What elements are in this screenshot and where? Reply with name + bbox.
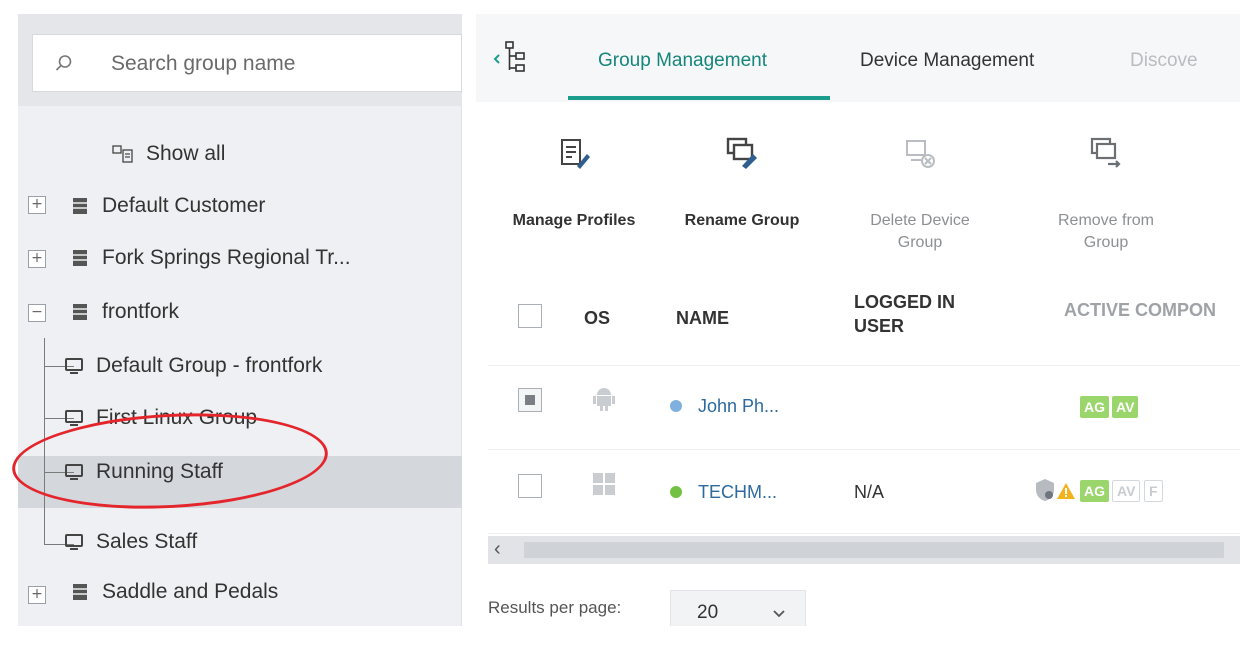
scrollbar-thumb[interactable]	[524, 542, 1224, 558]
status-dot	[670, 400, 682, 412]
horizontal-scrollbar[interactable]: ‹	[488, 536, 1240, 564]
show-all-button[interactable]: Show all	[112, 130, 225, 178]
badge-av: AV	[1112, 396, 1139, 418]
manage-profiles-icon	[561, 139, 590, 169]
search-icon	[55, 55, 72, 71]
customer-icon	[73, 584, 87, 600]
device-name-link[interactable]: John Ph...	[698, 396, 779, 417]
table-header: OS NAME LOGGED IN USER ACTIVE COMPON	[488, 276, 1240, 366]
tab-bar: Group Management Device Management Disco…	[476, 14, 1240, 102]
column-header-active-components[interactable]: ACTIVE COMPON	[1064, 300, 1216, 321]
windows-icon	[593, 473, 615, 495]
tab-device-management[interactable]: Device Management	[860, 50, 1034, 72]
android-icon	[593, 388, 615, 411]
search-input[interactable]	[111, 49, 431, 79]
badge-fw: F	[1144, 480, 1163, 502]
delete-device-group-button[interactable]: Delete Device Group	[830, 102, 1010, 272]
tree-item-label: Fork Springs Regional Tr...	[102, 246, 351, 269]
select-all-checkbox[interactable]	[518, 304, 542, 328]
active-tab-indicator	[568, 96, 830, 100]
remove-from-group-button[interactable]: Remove from Group	[1016, 102, 1196, 272]
tree-item-saddle-and-pedals[interactable]: Saddle and Pedals	[18, 568, 278, 616]
pager: Results per page: 20	[488, 590, 888, 634]
delete-device-group-icon	[906, 140, 935, 168]
customer-icon	[73, 304, 87, 320]
row-checkbox[interactable]	[518, 474, 542, 498]
rename-group-icon	[726, 137, 757, 169]
search-box[interactable]	[32, 34, 462, 92]
column-header-name[interactable]: NAME	[676, 308, 729, 329]
tab-discovery[interactable]: Discove	[1130, 50, 1198, 72]
shield-icon	[1036, 479, 1054, 501]
column-header-os[interactable]: OS	[584, 308, 610, 329]
tree-item-fork-springs[interactable]: Fork Springs Regional Tr...	[18, 234, 351, 282]
tree-item-label: frontfork	[102, 300, 180, 323]
remove-from-group-label: Remove from Group	[1057, 212, 1155, 251]
tree-item-label: Default Customer	[102, 194, 266, 217]
badge-ag: AG	[1080, 396, 1109, 418]
tree-item-frontfork[interactable]: frontfork	[18, 288, 179, 336]
table-row[interactable]: TECHM... N/A AG AV F	[488, 450, 1240, 534]
results-per-page-label: Results per page:	[488, 598, 622, 617]
tree-item-label: Default Group - frontfork	[96, 354, 323, 377]
manage-profiles-button[interactable]: Manage Profiles	[484, 102, 664, 272]
customer-icon	[73, 250, 87, 266]
status-dot	[670, 486, 682, 498]
tree-item-default-customer[interactable]: Default Customer	[18, 182, 265, 230]
toolbar: Manage Profiles Rename Group Delete Devi…	[476, 102, 1240, 272]
badge-av: AV	[1112, 480, 1141, 502]
torn-edge	[0, 626, 1240, 646]
device-group-icon	[65, 410, 83, 426]
show-all-icon	[112, 145, 133, 163]
device-group-icon	[65, 358, 83, 374]
row-checkbox[interactable]	[518, 388, 542, 412]
tree-item-default-group[interactable]: Default Group - frontfork	[18, 342, 322, 390]
rename-group-label: Rename Group	[684, 212, 800, 229]
tab-group-management[interactable]: Group Management	[598, 50, 767, 72]
tree-item-label: Saddle and Pedals	[102, 580, 279, 603]
rename-group-button[interactable]: Rename Group	[652, 102, 832, 272]
tree-item-label: Sales Staff	[96, 530, 198, 553]
remove-from-group-icon	[1090, 137, 1121, 168]
search-area	[18, 14, 462, 106]
manage-profiles-label: Manage Profiles	[512, 212, 636, 229]
customer-icon	[73, 198, 87, 214]
collapse-tree-icon[interactable]	[492, 38, 532, 78]
table-row[interactable]: John Ph... AG AV	[488, 366, 1240, 450]
warning-icon	[1057, 483, 1075, 499]
device-name-link[interactable]: TECHM...	[698, 482, 777, 503]
column-header-logged-in-user[interactable]: LOGGED IN USER	[854, 290, 955, 338]
main-panel: Group Management Device Management Disco…	[476, 14, 1240, 634]
results-per-page-value: 20	[697, 602, 719, 623]
tree-item-sales-staff[interactable]: Sales Staff	[18, 518, 197, 566]
badge-ag: AG	[1080, 480, 1109, 502]
group-tree-panel: Show all + Default Customer + Fork Sprin…	[18, 14, 462, 630]
show-all-label: Show all	[146, 142, 226, 165]
delete-device-group-label: Delete Device Group	[870, 212, 970, 251]
chevron-down-icon	[773, 610, 785, 618]
device-group-icon	[65, 534, 83, 550]
scroll-left-icon[interactable]: ‹	[494, 538, 501, 561]
logged-in-user: N/A	[854, 482, 885, 502]
